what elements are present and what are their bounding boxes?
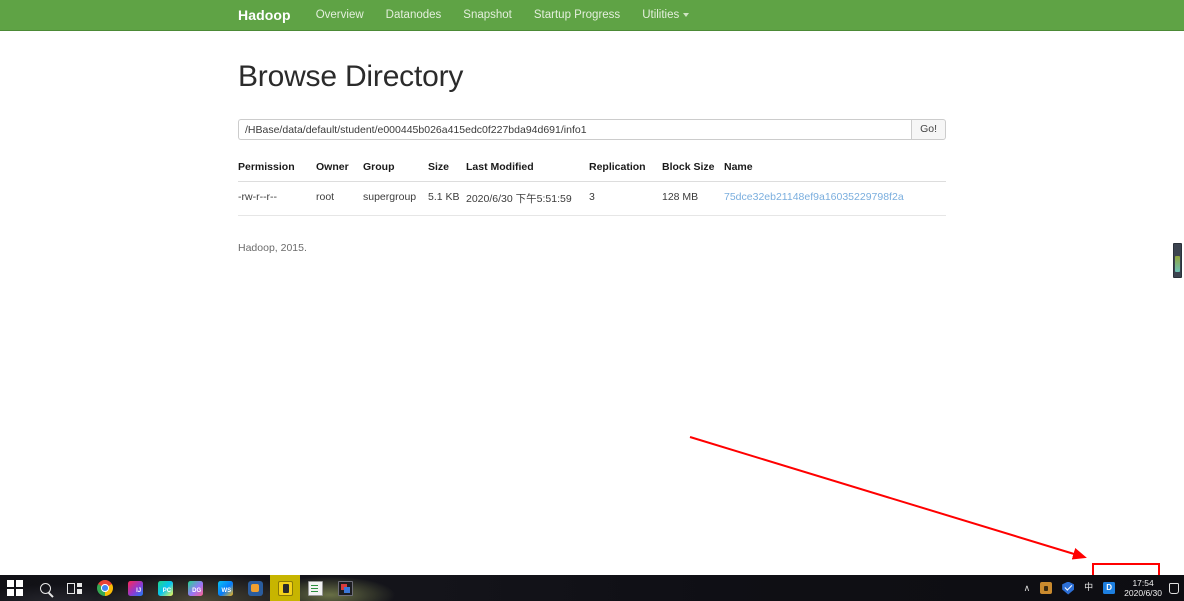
chevron-down-icon	[683, 12, 690, 17]
start-button[interactable]	[0, 575, 30, 601]
table-row: -rw-r--r-- root supergroup 5.1 KB 2020/6…	[238, 181, 946, 216]
notification-center-button[interactable]	[1168, 575, 1180, 601]
virtualbox-icon	[247, 580, 263, 596]
task-view-icon	[67, 582, 83, 595]
table-header: Permission Owner Group Size Last Modifie…	[238, 161, 946, 182]
column-header-owner[interactable]: Owner	[316, 161, 363, 182]
nav-item-startup-progress[interactable]: Startup Progress	[523, 0, 631, 31]
editor-button[interactable]	[300, 575, 330, 601]
file-name-link[interactable]: 75dce32eb21148ef9a16035229798f2a	[724, 191, 904, 203]
intellij-idea-button[interactable]: IJ	[120, 575, 150, 601]
nav-item-snapshot[interactable]: Snapshot	[452, 0, 523, 31]
directory-listing-table: Permission Owner Group Size Last Modifie…	[238, 161, 946, 216]
pycharm-button[interactable]: PC	[150, 575, 180, 601]
cell-last-modified: 2020/6/30 下午5:51:59	[466, 181, 589, 216]
page-scrollbar[interactable]	[1173, 243, 1182, 278]
column-header-block-size[interactable]: Block Size	[662, 161, 724, 182]
tray-lock-button[interactable]	[1035, 575, 1057, 601]
clock-time: 17:54	[1132, 578, 1154, 588]
yellow-app-button[interactable]	[270, 575, 300, 601]
chrome-icon	[97, 580, 113, 596]
table-body: -rw-r--r-- root supergroup 5.1 KB 2020/6…	[238, 181, 946, 216]
page-scrollbar-thumb[interactable]	[1175, 256, 1180, 272]
color-app-icon	[337, 580, 353, 596]
search-button[interactable]	[30, 575, 60, 601]
table-header-row: Permission Owner Group Size Last Modifie…	[238, 161, 946, 182]
chevron-up-icon: ∧	[1023, 582, 1031, 593]
column-header-group[interactable]: Group	[363, 161, 428, 182]
terminal-app-icon	[277, 580, 293, 596]
page-footer: Hadoop, 2015.	[238, 242, 307, 254]
system-tray: ∧ 中 D 17:54 2020/6/30	[1019, 575, 1184, 601]
datagrip-button[interactable]: DG	[180, 575, 210, 601]
column-header-last-modified[interactable]: Last Modified	[466, 161, 589, 182]
taskbar-buttons: IJ PC DG WS	[0, 575, 360, 601]
tray-expand-button[interactable]: ∧	[1019, 575, 1036, 601]
page-title: Browse Directory	[238, 60, 464, 93]
chrome-button[interactable]	[90, 575, 120, 601]
cell-replication: 3	[589, 181, 662, 216]
page-content: Browse Directory Go! Permission Owner Gr…	[238, 31, 946, 254]
column-header-size[interactable]: Size	[428, 161, 466, 182]
browser-page-viewport: Hadoop Overview Datanodes Snapshot Start…	[0, 0, 1184, 575]
directory-path-input[interactable]	[238, 119, 912, 140]
cell-owner: root	[316, 181, 363, 216]
search-icon	[39, 582, 51, 594]
clock-date: 2020/6/30	[1124, 588, 1162, 598]
navbar-brand-hadoop[interactable]: Hadoop	[238, 0, 305, 31]
top-navbar: Hadoop Overview Datanodes Snapshot Start…	[0, 0, 1184, 31]
nav-item-utilities[interactable]: Utilities	[631, 0, 700, 31]
webstorm-button[interactable]: WS	[210, 575, 240, 601]
cell-group: supergroup	[363, 181, 428, 216]
column-header-name[interactable]: Name	[724, 161, 946, 182]
taskbar-clock[interactable]: 17:54 2020/6/30	[1120, 578, 1168, 598]
task-view-button[interactable]	[60, 575, 90, 601]
windows-taskbar: IJ PC DG WS ∧ 中 D 17:54 2020/6/30	[0, 575, 1184, 601]
go-button[interactable]: Go!	[911, 119, 946, 140]
windows-start-icon	[7, 580, 23, 596]
navbar-inner: Hadoop Overview Datanodes Snapshot Start…	[238, 0, 700, 31]
cell-permission: -rw-r--r--	[238, 181, 316, 216]
virtualbox-button[interactable]	[240, 575, 270, 601]
nav-item-utilities-label: Utilities	[642, 9, 680, 21]
intellij-idea-icon: IJ	[127, 580, 143, 596]
tray-security-button[interactable]	[1057, 575, 1079, 601]
datagrip-icon: DG	[187, 580, 203, 596]
path-browse-form: Go!	[238, 119, 946, 140]
notification-icon	[1169, 582, 1179, 594]
cell-name: 75dce32eb21148ef9a16035229798f2a	[724, 181, 946, 216]
cell-block-size: 128 MB	[662, 181, 724, 216]
lock-icon	[1040, 582, 1053, 594]
shield-icon	[1062, 581, 1075, 595]
cell-size: 5.1 KB	[428, 181, 466, 216]
color-app-button[interactable]	[330, 575, 360, 601]
nav-item-overview[interactable]: Overview	[305, 0, 375, 31]
tray-blue-button[interactable]: D	[1098, 575, 1120, 601]
pycharm-icon: PC	[157, 580, 173, 596]
webstorm-icon: WS	[217, 580, 233, 596]
column-header-permission[interactable]: Permission	[238, 161, 316, 182]
text-editor-icon	[307, 580, 323, 596]
nav-item-datanodes[interactable]: Datanodes	[375, 0, 453, 31]
column-header-replication[interactable]: Replication	[589, 161, 662, 182]
ime-icon: 中	[1084, 582, 1094, 593]
tray-ime-button[interactable]: 中	[1079, 575, 1098, 601]
blue-square-icon: D	[1103, 582, 1116, 594]
